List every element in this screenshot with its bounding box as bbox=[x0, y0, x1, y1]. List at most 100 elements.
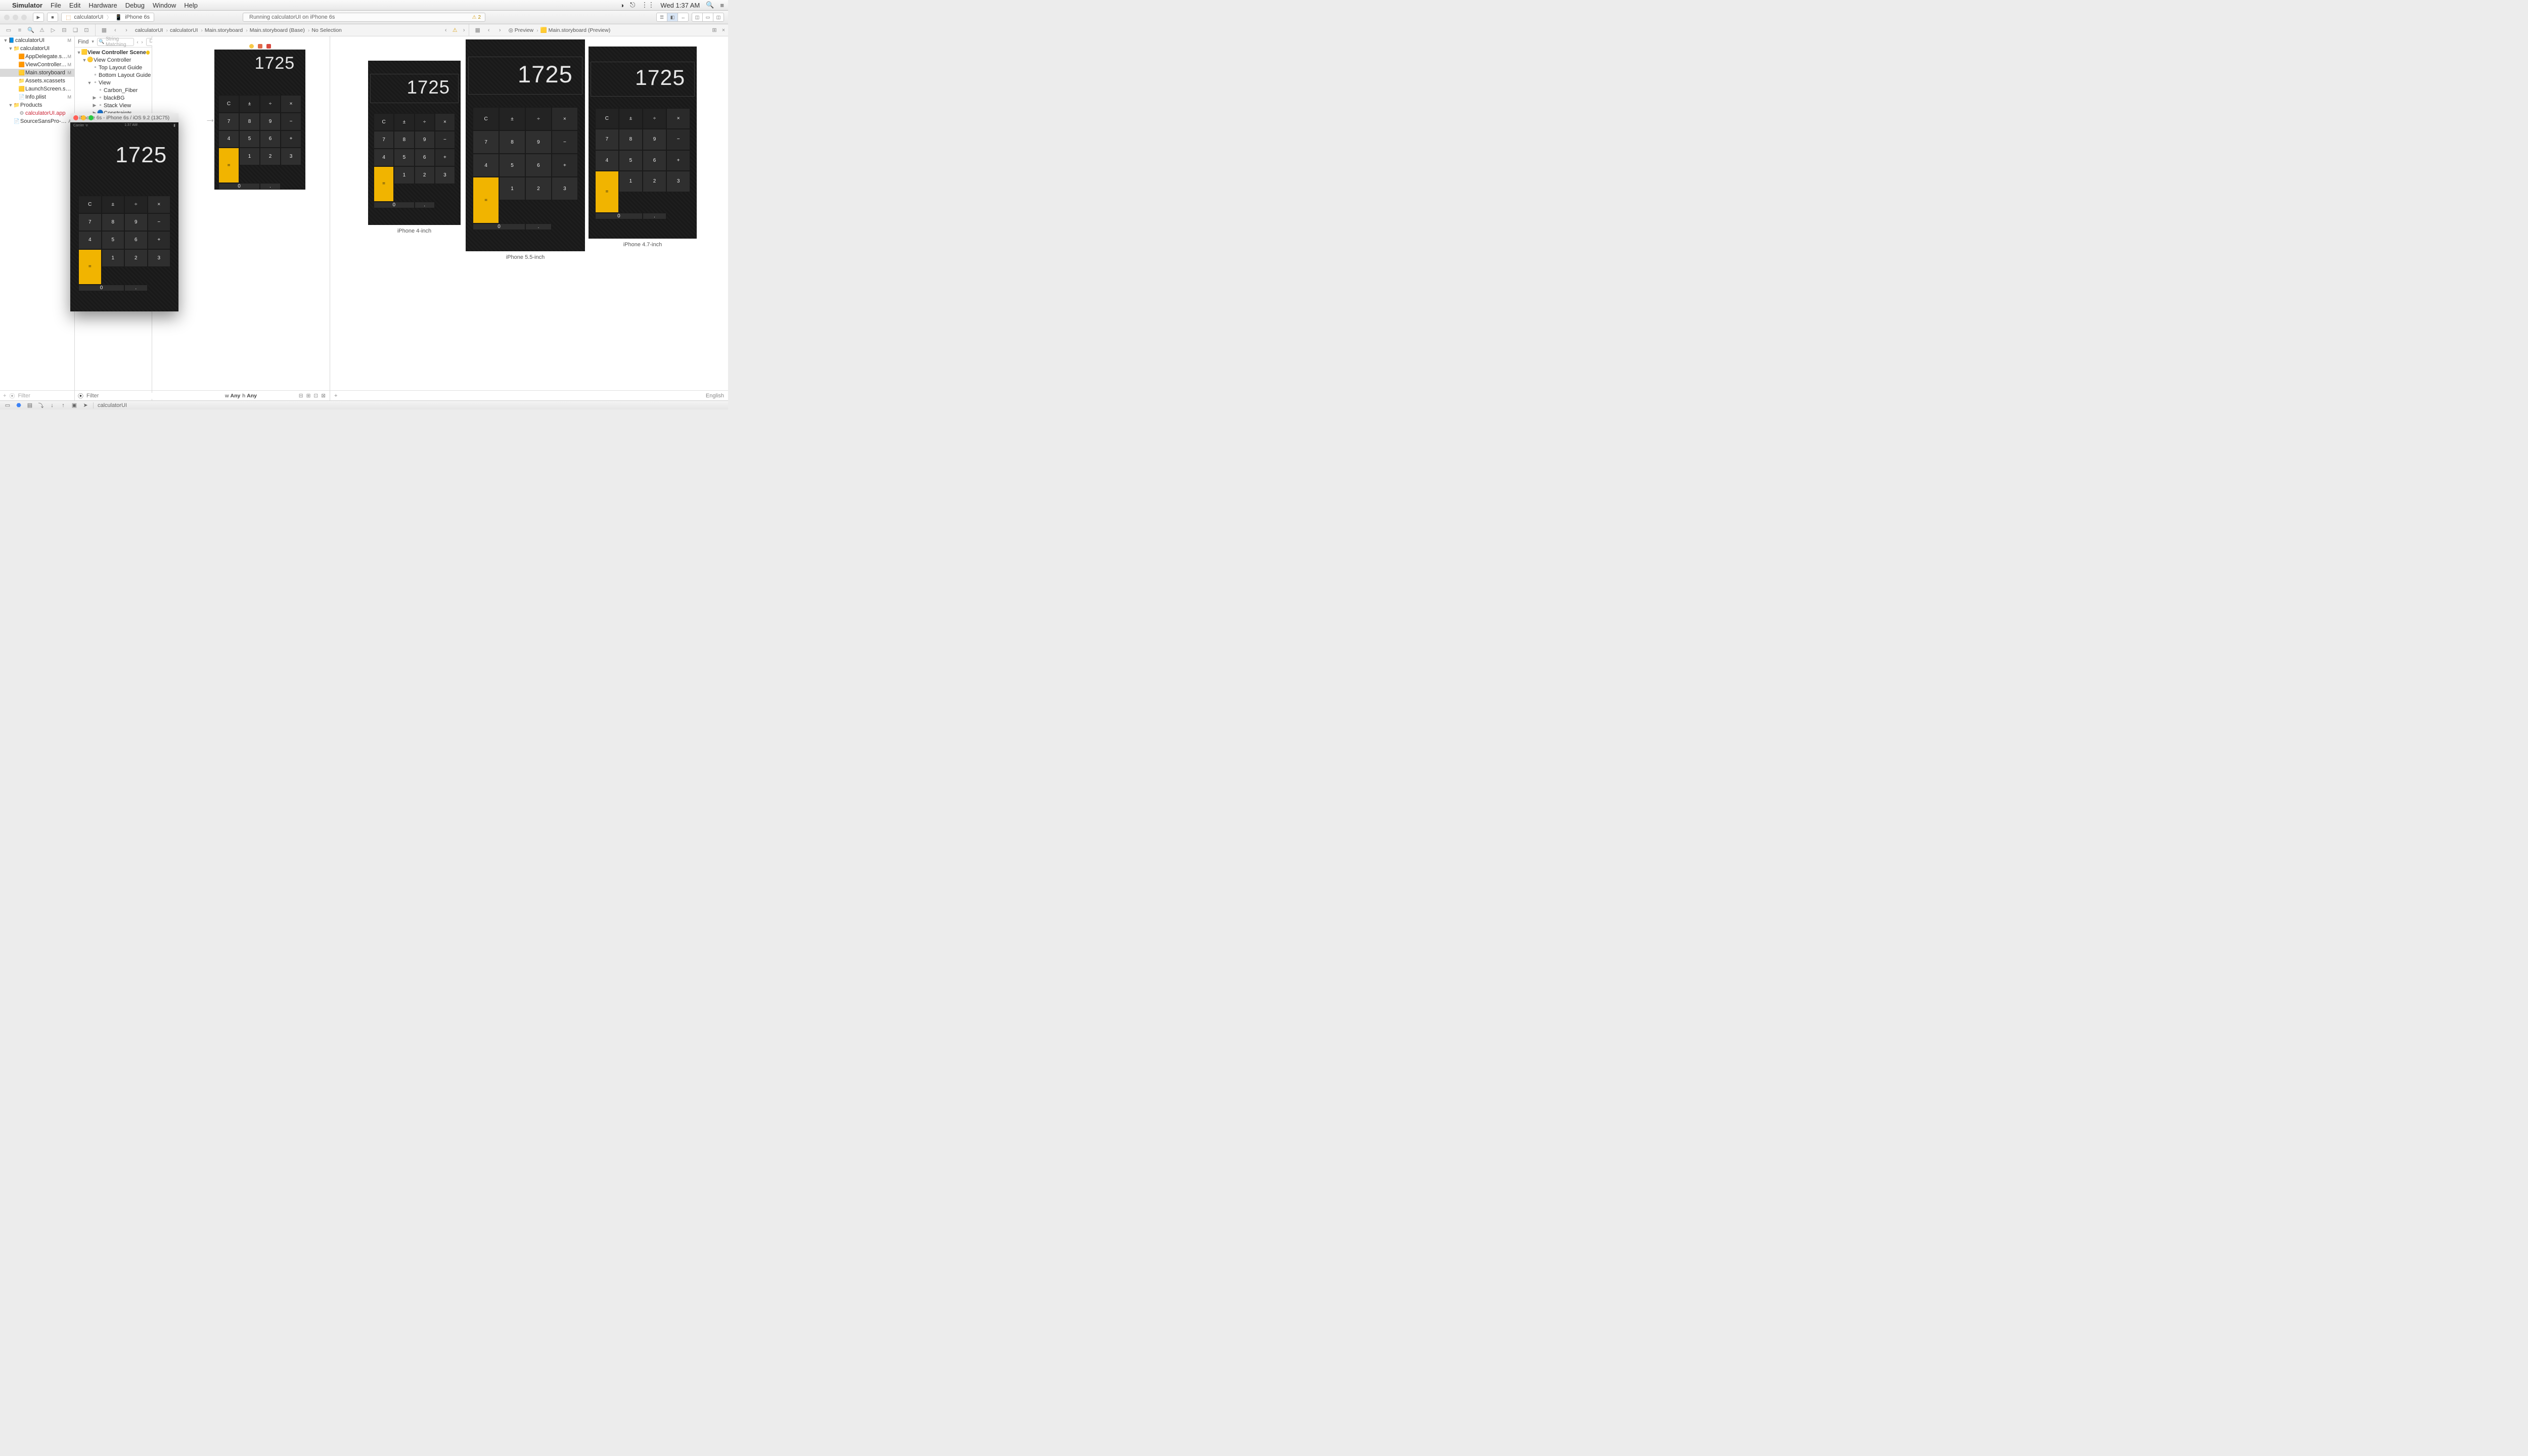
outline-row[interactable]: ▼🟡View Controller bbox=[75, 56, 152, 64]
assistant-close-button[interactable]: × bbox=[719, 26, 728, 34]
nav-row[interactable]: 🟨LaunchScreen.storyboard bbox=[0, 85, 74, 93]
assistant-back-button[interactable]: ‹ bbox=[484, 26, 493, 34]
scheme-selector[interactable]: ⬚ calculatorUI 〉 📱 iPhone 6s bbox=[61, 13, 154, 22]
nav-row[interactable]: ⚙calculatorUI.app bbox=[0, 109, 74, 117]
resize-icon[interactable]: ⊠ bbox=[321, 393, 326, 399]
outline-filter-input[interactable] bbox=[86, 393, 158, 399]
nav-row[interactable]: 🟨Main.storyboardM bbox=[0, 69, 74, 77]
outline-row[interactable]: ▫Carbon_Fiber bbox=[75, 86, 152, 94]
calc-keypad[interactable]: C±÷×789−456+123=0. bbox=[78, 196, 170, 291]
assistant-editor-button[interactable]: ◧ bbox=[667, 13, 678, 22]
calc-key[interactable]: × bbox=[148, 196, 171, 213]
related-items-icon[interactable]: ▦ bbox=[100, 26, 109, 34]
find-next-button[interactable]: › bbox=[142, 39, 143, 44]
nav-row[interactable]: 📄SourceSansPro-ExtraLight.ttfA bbox=[0, 117, 74, 125]
nav-row[interactable]: 📁Assets.xcassets bbox=[0, 77, 74, 85]
preview-device[interactable]: 1725 C±÷×789−456+123=0. bbox=[589, 47, 697, 239]
find-mode-chevron[interactable]: ▾ bbox=[92, 39, 94, 44]
view-debug-icon[interactable]: ▣ bbox=[71, 402, 78, 408]
outline-row[interactable]: ▶▫Stack View bbox=[75, 102, 152, 109]
toggle-navigator-button[interactable]: ◫ bbox=[692, 13, 703, 22]
spotlight-icon[interactable]: 🔍 bbox=[706, 1, 714, 9]
jump-bar-left[interactable]: calculatorUI calculatorUI Main.storyboar… bbox=[135, 27, 345, 33]
menubar-item-help[interactable]: Help bbox=[184, 2, 198, 9]
simulator-window[interactable]: iPhone 6s - iPhone 6s / iOS 9.2 (13C75) … bbox=[70, 113, 178, 311]
calc-key[interactable]: 1 bbox=[102, 249, 125, 267]
calc-key[interactable]: 2 bbox=[124, 249, 148, 267]
calc-key[interactable]: 6 bbox=[124, 231, 148, 249]
pin-icon[interactable]: ⊞ bbox=[306, 393, 311, 399]
ib-canvas[interactable]: 1725 C±÷×789−456+123=0. → w Any h Any ⊟ … bbox=[152, 36, 330, 400]
sim-zoom-icon[interactable] bbox=[88, 115, 94, 120]
menubar-item-hardware[interactable]: Hardware bbox=[88, 2, 117, 9]
calc-key[interactable]: 0 bbox=[78, 285, 124, 291]
nav-tab-icon[interactable]: ≡ bbox=[15, 26, 24, 34]
menubar-item-file[interactable]: File bbox=[51, 2, 61, 9]
assistant-forward-button[interactable]: › bbox=[495, 26, 505, 34]
storyboard-scene[interactable]: 1725 C±÷×789−456+123=0. bbox=[214, 42, 306, 190]
calc-key[interactable]: 7 bbox=[78, 213, 102, 231]
run-button[interactable]: ▶ bbox=[33, 13, 44, 22]
step-over-icon[interactable]: ⤵ bbox=[37, 401, 44, 410]
calc-key[interactable]: ± bbox=[102, 196, 125, 213]
outline-row[interactable]: ▫Top Layout Guide bbox=[75, 64, 152, 71]
menubar-clock[interactable]: Wed 1:37 AM bbox=[660, 2, 700, 9]
back-button[interactable]: ‹ bbox=[111, 26, 120, 34]
status-icon[interactable]: ⎋ bbox=[630, 1, 635, 9]
nav-tab-icon[interactable]: ⚠ bbox=[37, 26, 47, 34]
preview-language[interactable]: English bbox=[706, 393, 724, 399]
warning-badge[interactable]: ⚠2 bbox=[472, 15, 481, 20]
preview-area[interactable]: 1725 C±÷×789−456+123=0. iPhone 4-inch 17… bbox=[330, 36, 728, 390]
nav-row[interactable]: ▼📁calculatorUI bbox=[0, 44, 74, 53]
outline-row[interactable]: ▶▫blackBG bbox=[75, 94, 152, 102]
menubar-item-window[interactable]: Window bbox=[153, 2, 176, 9]
window-minimize-icon[interactable] bbox=[13, 15, 18, 20]
wifi-icon[interactable]: ⋮⋮ bbox=[641, 1, 654, 9]
find-search-input[interactable]: String Matching bbox=[97, 38, 134, 46]
stop-button[interactable]: ■ bbox=[47, 13, 58, 22]
assistant-add-button[interactable]: ⊞ bbox=[710, 26, 719, 34]
size-class-bar[interactable]: w Any h Any ⊟ ⊞ ⊡ ⊠ bbox=[152, 390, 330, 400]
outline-row[interactable]: ▼▫View bbox=[75, 79, 152, 86]
window-zoom-icon[interactable] bbox=[21, 15, 27, 20]
calc-key[interactable]: 3 bbox=[148, 249, 171, 267]
notifications-icon[interactable]: ≡ bbox=[720, 2, 724, 9]
outline-row[interactable]: ▫Bottom Layout Guide bbox=[75, 71, 152, 79]
calc-key[interactable]: . bbox=[124, 285, 148, 291]
status-icon[interactable]: ◑ bbox=[620, 2, 624, 9]
resolve-icon[interactable]: ⊡ bbox=[313, 393, 318, 399]
nav-row[interactable]: ▼📘calculatorUIM bbox=[0, 36, 74, 44]
filter-icon[interactable]: ⦿ bbox=[9, 392, 15, 400]
issue-nav-next[interactable]: › bbox=[460, 26, 469, 34]
debug-hide-icon[interactable]: ▭ bbox=[4, 402, 11, 408]
sim-close-icon[interactable] bbox=[73, 115, 78, 120]
nav-tab-icon[interactable]: ❑ bbox=[71, 26, 80, 34]
version-editor-button[interactable]: ↔ bbox=[678, 13, 689, 22]
window-close-icon[interactable] bbox=[4, 15, 10, 20]
nav-row[interactable]: 📄Info.plistM bbox=[0, 93, 74, 101]
nav-tab-icon[interactable]: 🔍 bbox=[26, 26, 35, 34]
location-icon[interactable]: ➤ bbox=[82, 402, 89, 408]
calc-key[interactable]: ÷ bbox=[124, 196, 148, 213]
calc-key[interactable]: 9 bbox=[124, 213, 148, 231]
menubar-app[interactable]: Simulator bbox=[12, 2, 42, 9]
simulator-titlebar[interactable]: iPhone 6s - iPhone 6s / iOS 9.2 (13C75) bbox=[70, 113, 178, 122]
issue-indicator-icon[interactable]: ⚠ bbox=[450, 26, 460, 34]
step-into-icon[interactable]: ↓ bbox=[49, 402, 56, 408]
filter-input[interactable]: Filter bbox=[18, 393, 30, 399]
breakpoint-icon[interactable]: ⬣ bbox=[15, 402, 22, 408]
calc-key[interactable]: = bbox=[78, 249, 102, 285]
sim-minimize-icon[interactable] bbox=[81, 115, 86, 120]
find-prev-button[interactable]: ‹ bbox=[137, 39, 139, 44]
menubar-item-debug[interactable]: Debug bbox=[125, 2, 145, 9]
nav-tab-icon[interactable]: ⊡ bbox=[82, 26, 91, 34]
calc-key[interactable]: − bbox=[148, 213, 171, 231]
nav-tab-icon[interactable]: ▷ bbox=[49, 26, 58, 34]
calc-key[interactable]: 8 bbox=[102, 213, 125, 231]
assistant-related-icon[interactable]: ▦ bbox=[473, 26, 482, 34]
calc-key[interactable]: + bbox=[148, 231, 171, 249]
preview-device[interactable]: 1725 C±÷×789−456+123=0. bbox=[368, 61, 461, 225]
jump-bar-right[interactable]: ◎ Preview 🟨 Main.storyboard (Preview) bbox=[509, 27, 614, 33]
add-preview-button[interactable]: + bbox=[334, 393, 337, 399]
toggle-debug-button[interactable]: ▭ bbox=[702, 13, 713, 22]
